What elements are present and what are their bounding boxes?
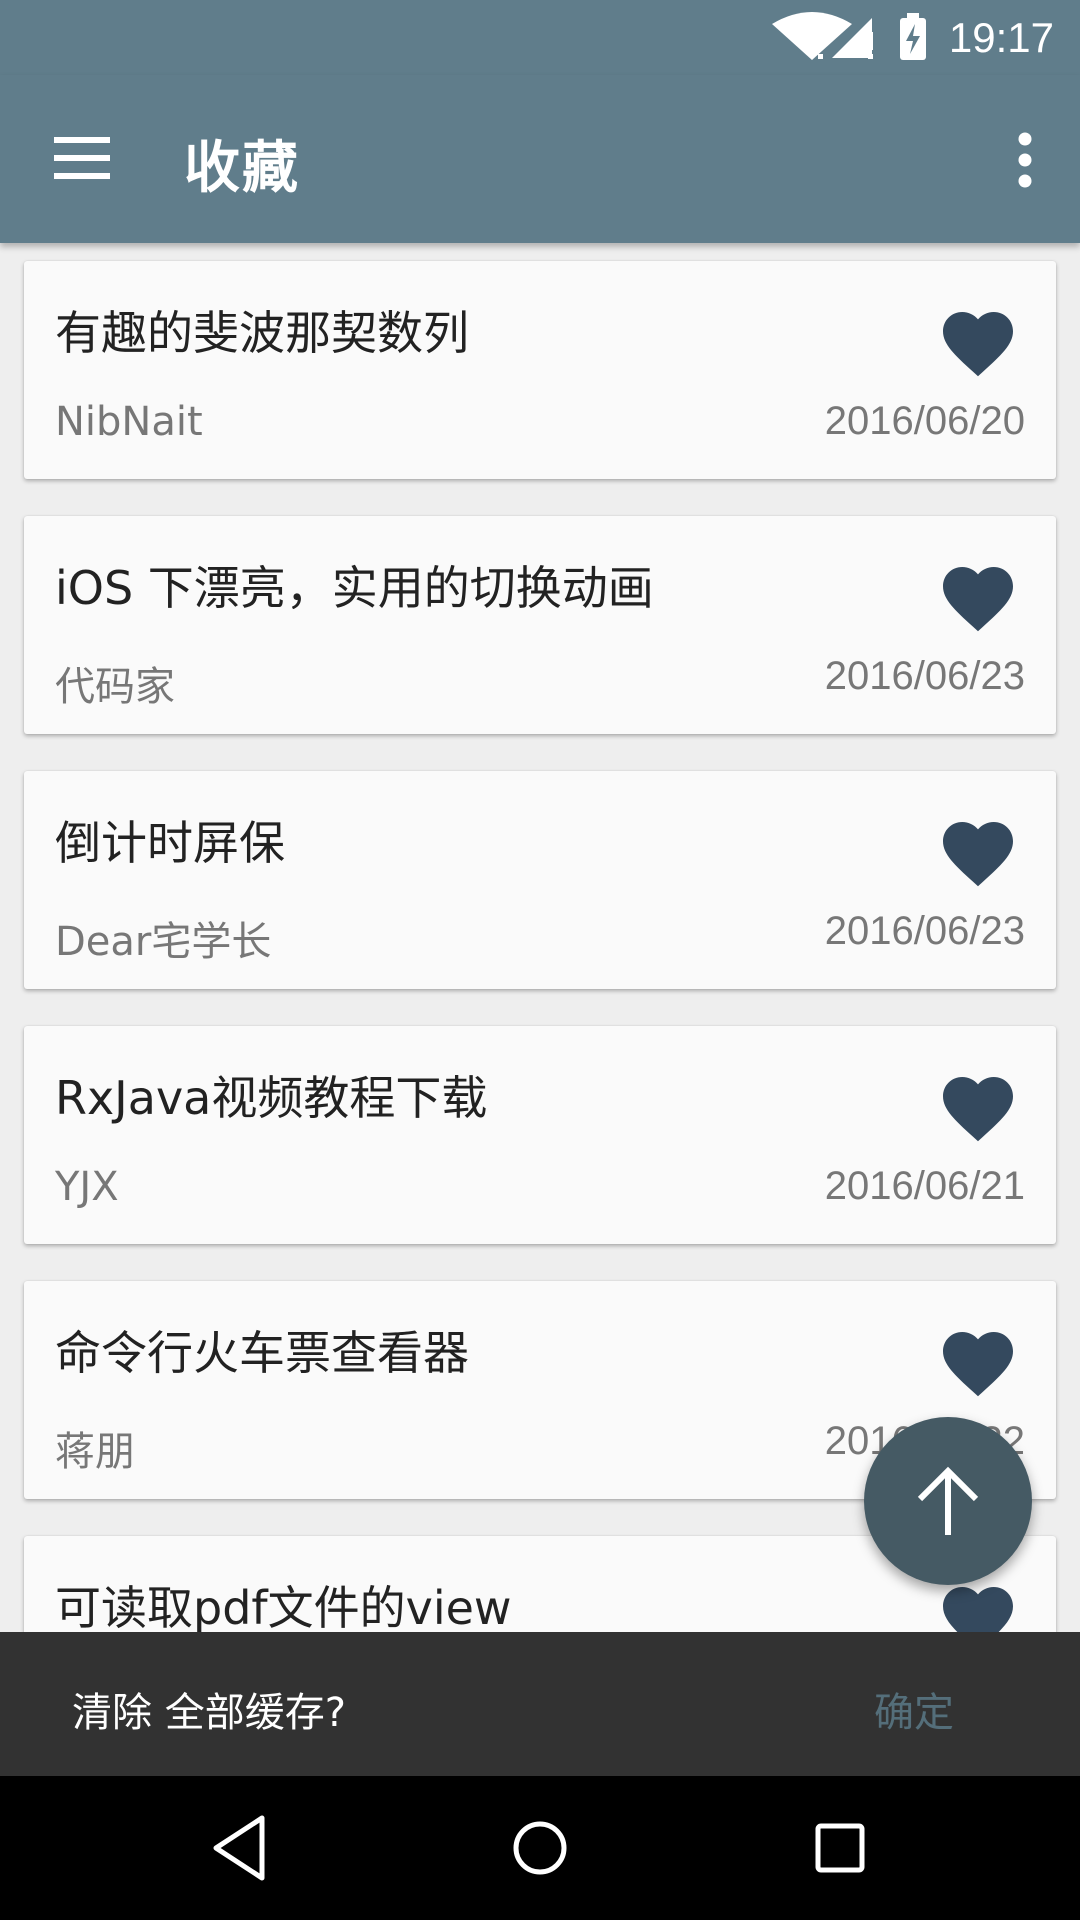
favorite-author: 代码家 — [55, 664, 175, 710]
heart-icon — [943, 1077, 1013, 1142]
favorite-title: 命令行火车票查看器 — [55, 1326, 469, 1380]
favorite-title: 可读取pdf文件的view — [55, 1581, 512, 1632]
snackbar-message: 清除 全部缓存? — [72, 1690, 346, 1736]
favorite-date: 2016/06/23 — [824, 654, 1025, 698]
favorite-toggle-button[interactable] — [936, 811, 1020, 889]
nav-recents-button[interactable] — [800, 1808, 880, 1888]
snackbar-confirm-button[interactable]: 确定 — [874, 1680, 954, 1738]
favorite-title: 倒计时屏保 — [55, 816, 285, 870]
status-bar: 19:17 — [0, 0, 1080, 75]
menu-icon — [54, 137, 110, 179]
snackbar: 清除 全部缓存? 确定 — [0, 1632, 1080, 1776]
favorite-author: 蒋朋 — [55, 1429, 135, 1475]
heart-icon — [943, 1332, 1013, 1397]
scroll-to-top-button[interactable] — [864, 1417, 1032, 1585]
favorite-card[interactable]: RxJava视频教程下载 YJX 2016/06/21 — [24, 1026, 1056, 1244]
status-icons — [772, 12, 926, 60]
favorite-card[interactable]: iOS 下漂亮，实用的切换动画 代码家 2016/06/23 — [24, 516, 1056, 734]
favorite-card[interactable]: 有趣的斐波那契数列 NibNait 2016/06/20 — [24, 261, 1056, 479]
navigation-bar — [0, 1776, 1080, 1920]
favorite-author: NibNait — [55, 399, 203, 445]
recents-icon — [815, 1823, 865, 1873]
arrow-up-icon — [917, 1466, 979, 1535]
status-time: 19:17 — [948, 14, 1054, 61]
home-icon — [513, 1821, 567, 1875]
favorite-author: Dear宅学长 — [55, 919, 272, 965]
heart-icon — [943, 312, 1013, 377]
favorite-date: 2016/06/21 — [824, 1164, 1025, 1208]
favorite-card[interactable]: 倒计时屏保 Dear宅学长 2016/06/23 — [24, 771, 1056, 989]
favorite-date: 2016/06/23 — [824, 909, 1025, 953]
favorite-toggle-button[interactable] — [936, 301, 1020, 379]
more-options-button[interactable] — [990, 125, 1060, 195]
menu-button[interactable] — [48, 127, 120, 191]
favorite-title: iOS 下漂亮，实用的切换动画 — [55, 561, 654, 615]
battery-charging-icon — [900, 13, 926, 60]
heart-icon — [943, 822, 1013, 887]
favorite-title: RxJava视频教程下载 — [55, 1071, 488, 1125]
favorite-toggle-button[interactable] — [936, 1066, 1020, 1144]
back-icon — [213, 1815, 265, 1881]
favorite-toggle-button[interactable] — [936, 1321, 1020, 1399]
favorite-title: 有趣的斐波那契数列 — [55, 306, 469, 360]
more-vert-icon — [1018, 132, 1032, 188]
heart-icon — [943, 567, 1013, 632]
nav-home-button[interactable] — [500, 1808, 580, 1888]
app-bar: 收藏 — [0, 75, 1080, 243]
favorite-date: 2016/06/20 — [824, 399, 1025, 443]
page-title: 收藏 — [184, 136, 300, 201]
favorite-toggle-button[interactable] — [936, 556, 1020, 634]
nav-back-button[interactable] — [200, 1808, 280, 1888]
favorite-author: YJX — [55, 1164, 119, 1210]
